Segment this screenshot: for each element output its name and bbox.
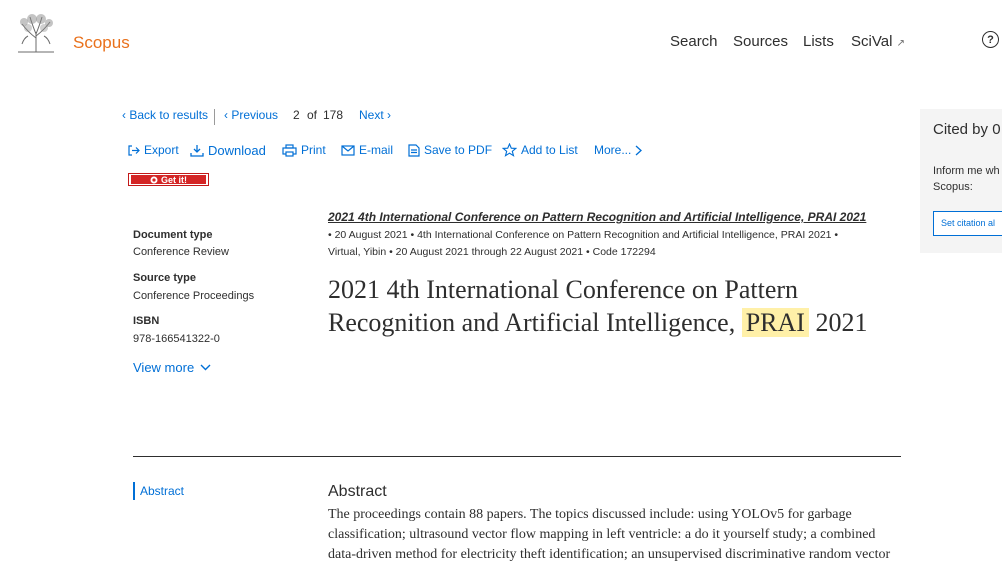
next-link[interactable]: Next ›	[359, 108, 391, 122]
set-citation-alert-button[interactable]: Set citation al	[933, 211, 1002, 236]
star-icon	[502, 143, 517, 157]
result-position: 2	[293, 108, 300, 122]
citation-alert-line1: Inform me wh	[933, 165, 1000, 177]
cited-by-count: Cited by 0	[933, 121, 1001, 138]
more-button[interactable]: More...	[594, 143, 643, 157]
citation-alert-line2: Scopus:	[933, 181, 973, 193]
result-of: of	[307, 108, 318, 122]
source-details-line2: Virtual, Yibin • 20 August 2021 through …	[328, 246, 656, 258]
get-it-icon	[150, 176, 158, 183]
more-label: More...	[594, 143, 632, 157]
abstract-heading: Abstract	[328, 483, 387, 500]
result-total: 178	[323, 108, 344, 122]
scopus-brand[interactable]: Scopus	[73, 33, 130, 53]
elsevier-logo[interactable]	[14, 14, 58, 54]
external-link-icon: ↗	[896, 38, 905, 49]
add-to-list-button[interactable]: Add to List	[502, 143, 578, 157]
get-it-button[interactable]: Get it!	[128, 173, 209, 186]
abstract-text: The proceedings contain 88 papers. The t…	[328, 507, 891, 562]
chevron-down-icon	[200, 364, 211, 371]
next-label: Next	[359, 108, 384, 122]
print-button[interactable]: Print	[282, 143, 326, 157]
export-icon	[128, 144, 140, 156]
source-title-link[interactable]: 2021 4th International Conference on Pat…	[328, 210, 866, 224]
view-more-button[interactable]: View more	[133, 360, 211, 375]
abstract-nav-link[interactable]: Abstract	[133, 482, 184, 500]
isbn-value: 978-166541322-0	[133, 333, 220, 345]
citation-side-panel: Cited by 0 Inform me wh Scopus: Set cita…	[920, 109, 1002, 253]
help-icon[interactable]: ?	[982, 31, 999, 48]
download-icon	[190, 145, 204, 157]
nav-divider	[214, 109, 215, 125]
save-to-pdf-label: Save to PDF	[424, 143, 493, 157]
email-icon	[341, 144, 355, 156]
export-label: Export	[144, 143, 179, 157]
nav-scival-label: SciVal	[851, 33, 893, 50]
print-label: Print	[301, 143, 326, 157]
source-type-label: Source type	[133, 272, 196, 284]
download-button[interactable]: Download	[190, 143, 266, 158]
email-label: E-mail	[359, 143, 394, 157]
view-more-label: View more	[133, 360, 195, 375]
nav-sources[interactable]: Sources	[733, 33, 788, 50]
citation-alert-info: Inform me wh Scopus:	[933, 163, 1000, 195]
save-to-pdf-button[interactable]: Save to PDF	[408, 143, 492, 157]
section-divider	[133, 456, 901, 457]
previous-label: Previous	[231, 108, 279, 122]
document-type-value: Conference Review	[133, 246, 229, 258]
nav-lists[interactable]: Lists	[803, 33, 834, 50]
add-to-list-label: Add to List	[521, 143, 578, 157]
back-to-results-link[interactable]: ‹ Back to results	[122, 108, 208, 122]
download-label: Download	[208, 143, 266, 158]
title-text: 2021 4th International Conference on Pat…	[328, 275, 799, 337]
document-title: 2021 4th International Conference on Pat…	[328, 273, 908, 339]
source-type-value: Conference Proceedings	[133, 290, 255, 302]
pdf-icon	[408, 143, 420, 157]
nav-scival[interactable]: SciVal ↗	[851, 33, 905, 50]
previous-link[interactable]: ‹ Previous	[224, 108, 278, 122]
document-type-label: Document type	[133, 229, 213, 241]
source-details-line1: • 20 August 2021 • 4th International Con…	[328, 229, 839, 241]
title-highlight: PRAI	[741, 308, 809, 337]
title-year: 2021	[815, 308, 868, 337]
print-icon	[282, 143, 297, 157]
get-it-label: Get it!	[161, 174, 187, 185]
nav-search[interactable]: Search	[670, 33, 718, 50]
chevron-right-icon	[635, 145, 643, 155]
back-to-results-label: Back to results	[129, 108, 209, 122]
isbn-label: ISBN	[133, 315, 160, 327]
export-button[interactable]: Export	[127, 143, 179, 157]
email-button[interactable]: E-mail	[341, 143, 393, 157]
